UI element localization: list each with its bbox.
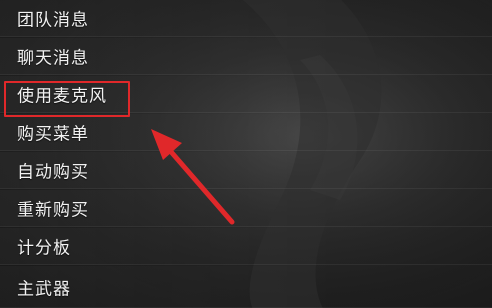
- settings-screen: 团队消息 聊天消息 使用麦克风 购买菜单 自动购买 重新购买 计分板 主武器: [0, 0, 492, 308]
- pointer-arrow-icon: [151, 129, 235, 225]
